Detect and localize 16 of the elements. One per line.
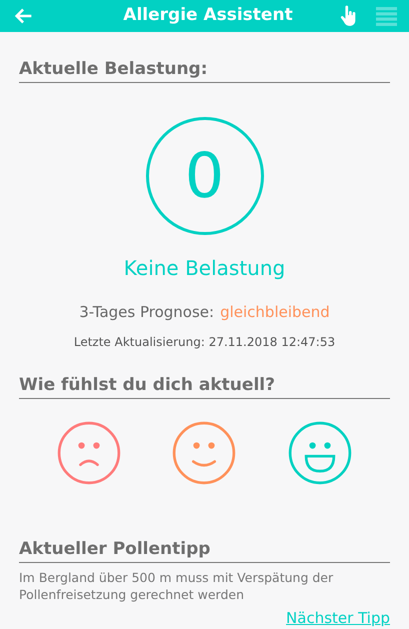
- section-heading: Wie fühlst du dich aktuell?: [19, 374, 275, 394]
- sad-face-icon[interactable]: [56, 420, 121, 484]
- menu-icon[interactable]: [376, 6, 397, 26]
- next-tip-link[interactable]: Nächster Tipp: [286, 606, 390, 629]
- section-heading: Aktuelle Belastung:: [19, 59, 208, 79]
- last-updated-text: Letzte Aktualisierung: 27.11.2018 12:47:53: [72, 334, 336, 350]
- app-title: Allergie Assistent: [122, 4, 294, 28]
- hand-pointer-icon[interactable]: [340, 5, 358, 27]
- happy-face-icon[interactable]: [288, 420, 352, 484]
- load-value: 0: [184, 145, 224, 207]
- section-heading: Aktueller Pollentipp: [19, 538, 210, 558]
- forecast-label: 3-Tages Prognose:: [79, 302, 214, 323]
- tip-text: Im Bergland über 500 m muss mit Verspätung der Pollenfreisetzung gerechnet werden: [19, 568, 334, 602]
- forecast-value: gleichbleibend: [220, 302, 330, 323]
- neutral-face-icon[interactable]: [172, 420, 236, 484]
- load-label: Keine Belastung: [122, 255, 286, 282]
